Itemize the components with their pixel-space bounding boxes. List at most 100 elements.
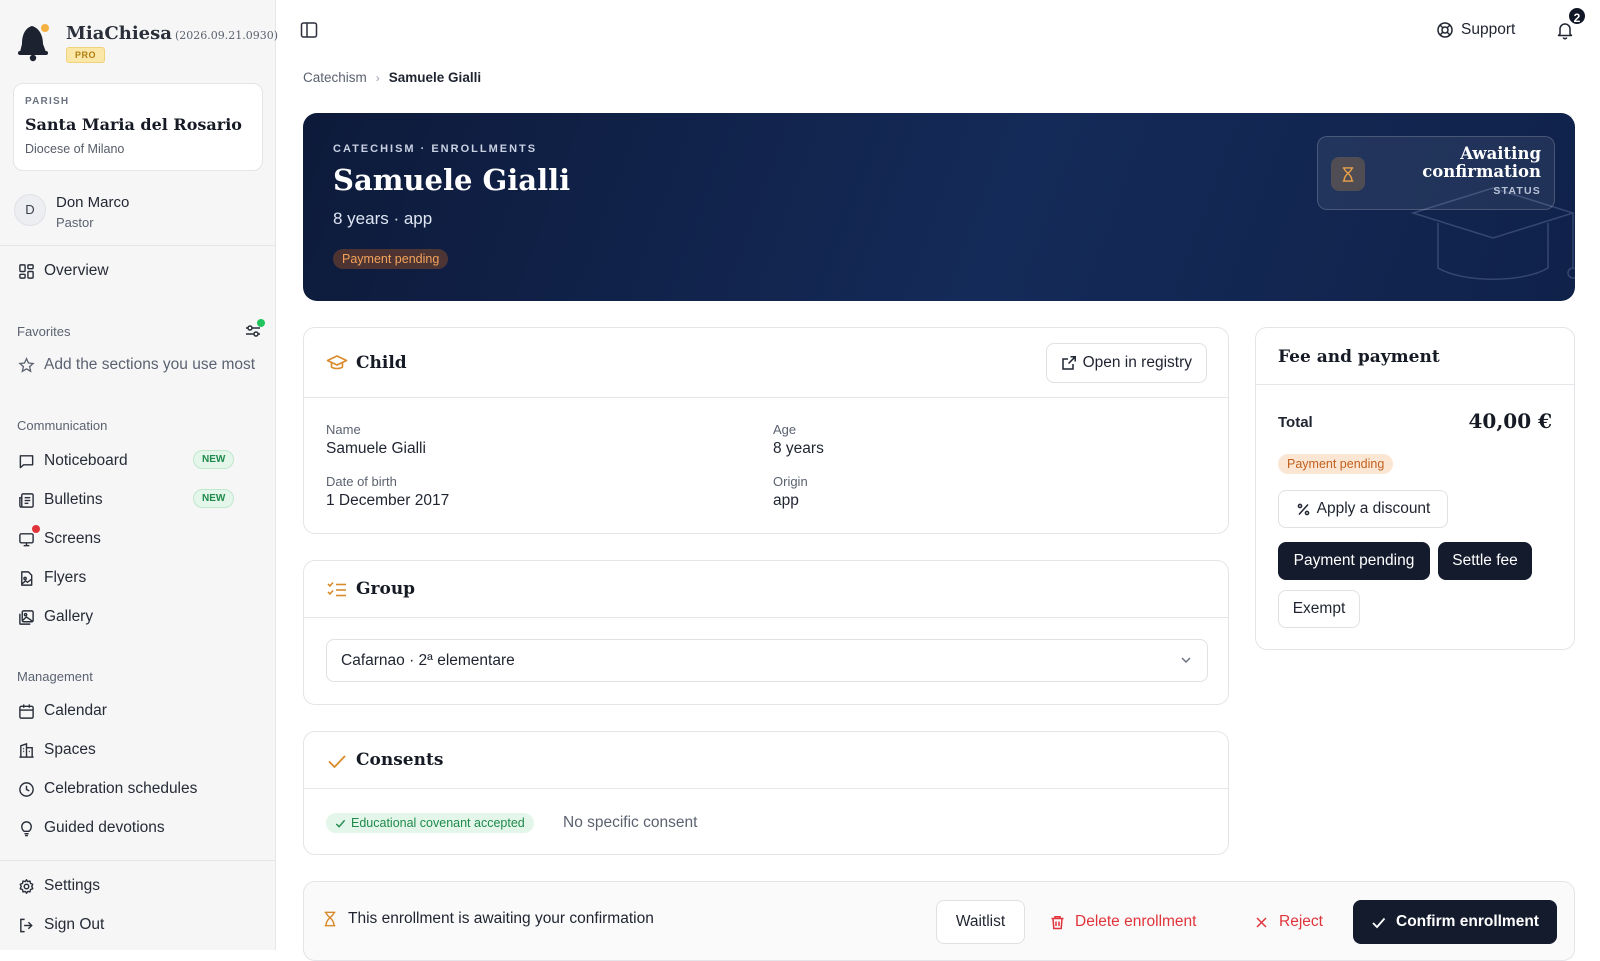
name-label: Name: [326, 422, 361, 437]
clock-icon: [17, 780, 35, 798]
management-label: Management: [17, 669, 93, 684]
card-title: Child: [356, 353, 407, 373]
sidebar-item-noticeboard[interactable]: Noticeboard NEW: [17, 446, 263, 476]
sidebar-item-label: Screens: [44, 530, 101, 547]
newspaper-icon: [17, 491, 35, 509]
exempt-button[interactable]: Exempt: [1278, 590, 1360, 628]
settle-fee-button[interactable]: Settle fee: [1438, 542, 1532, 580]
sidebar-item-screens[interactable]: Screens: [17, 524, 263, 554]
payment-pending-label: Payment pending: [1293, 552, 1415, 569]
origin-label: Origin: [773, 474, 808, 489]
reject-button[interactable]: Reject: [1254, 900, 1323, 944]
sidebar-item-gallery[interactable]: Gallery: [17, 602, 263, 632]
app-version: (2026.09.21.0930): [174, 29, 278, 42]
images-icon: [17, 608, 35, 626]
user-role: Pastor: [56, 215, 94, 230]
sidebar-item-label: Noticeboard: [44, 452, 128, 469]
reject-label: Reject: [1279, 913, 1323, 930]
origin-value: app: [773, 492, 799, 509]
awaiting-confirmation-message: This enrollment is awaiting your confirm…: [322, 910, 654, 928]
alert-dot: [32, 525, 40, 533]
group-select-value: Cafarnao · 2ª elementare: [341, 652, 515, 669]
sidebar-item-bulletins[interactable]: Bulletins NEW: [17, 485, 263, 515]
parish-card[interactable]: PARISH Santa Maria del Rosario Diocese o…: [13, 83, 263, 171]
enrollment-hero: CATECHISM · ENROLLMENTS Samuele Gialli 8…: [303, 113, 1575, 301]
app-name: MiaChiesa (2026.09.21.0930): [66, 23, 278, 44]
grid-icon: [17, 262, 35, 280]
graduation-cap-icon: [326, 355, 348, 370]
support-label: Support: [1461, 21, 1516, 38]
sidebar-item-overview[interactable]: Overview: [17, 256, 263, 286]
close-icon: [1256, 916, 1267, 928]
delete-enrollment-button[interactable]: Delete enrollment: [1050, 900, 1196, 944]
child-card: Child Open in registry Name Samuele Gial…: [303, 327, 1229, 534]
apply-discount-button[interactable]: Apply a discount: [1278, 490, 1448, 528]
sidebar-item-label: Sign Out: [44, 916, 105, 933]
brand[interactable]: MiaChiesa (2026.09.21.0930) PRO: [16, 20, 278, 70]
payment-pending-button[interactable]: Payment pending: [1278, 542, 1430, 580]
age-value: 8 years: [773, 440, 824, 457]
green-dot: [257, 319, 265, 327]
payment-status-badge: Payment pending: [1278, 454, 1394, 474]
log-out-icon: [17, 916, 35, 934]
sidebar-item-flyers[interactable]: Flyers: [17, 563, 263, 593]
status-label: STATUS: [1493, 185, 1541, 197]
sidebar-item-calendar[interactable]: Calendar: [17, 696, 263, 726]
awaiting-confirmation-text: This enrollment is awaiting your confirm…: [348, 910, 654, 927]
sidebar-item-add-favorites[interactable]: Add the sections you use most: [17, 350, 263, 380]
total-value: 40,00 €: [1468, 409, 1552, 433]
star-icon: [17, 356, 35, 374]
dob-value: 1 December 2017: [326, 492, 450, 509]
hourglass-icon: [1331, 157, 1365, 191]
sidebar-item-settings[interactable]: Settings: [17, 871, 263, 901]
user-profile[interactable]: D Don Marco Pastor: [14, 193, 264, 233]
sidebar-item-sign-out[interactable]: Sign Out: [17, 910, 263, 940]
total-label: Total: [1278, 414, 1313, 431]
user-name: Don Marco: [56, 194, 130, 211]
confirm-enrollment-button[interactable]: Confirm enrollment: [1353, 900, 1557, 944]
sidebar-item-label: Settings: [44, 877, 101, 894]
divider: [0, 245, 275, 246]
card-header: Consents: [304, 732, 1228, 789]
breadcrumb: Catechism › Samuele Gialli: [303, 70, 481, 85]
group-select[interactable]: Cafarnao · 2ª elementare: [326, 639, 1208, 682]
divider: [0, 860, 275, 861]
sidebar-item-label: Flyers: [44, 569, 87, 586]
message-square-icon: [17, 452, 35, 470]
list-checks-icon: [327, 581, 346, 597]
sidebar-item-celebration-schedules[interactable]: Celebration schedules: [17, 774, 263, 804]
favorites-settings-icon[interactable]: [244, 319, 265, 340]
hero-subtitle: 8 years · app: [333, 209, 433, 228]
sidebar: MiaChiesa (2026.09.21.0930) PRO PARISH Sa…: [0, 0, 278, 950]
percent-icon: [1297, 503, 1309, 515]
sidebar-item-guided-devotions[interactable]: Guided devotions: [17, 813, 263, 843]
sidebar-toggle-icon[interactable]: [299, 20, 319, 40]
age-label: Age: [773, 422, 797, 437]
status-value: Awaiting confirmation: [1422, 144, 1541, 181]
file-image-icon: [17, 569, 35, 587]
communication-label: Communication: [17, 418, 108, 433]
card-header: Fee and payment: [1256, 328, 1574, 385]
sidebar-item-label: Overview: [44, 262, 109, 279]
consent-accepted-label: Educational covenant accepted: [351, 816, 525, 830]
building-icon: [17, 741, 35, 759]
check-icon: [335, 819, 346, 828]
waitlist-button[interactable]: Waitlist: [936, 900, 1025, 944]
notifications-button[interactable]: 2: [1555, 6, 1587, 40]
support-button[interactable]: Support: [1436, 18, 1515, 42]
breadcrumb-current: Samuele Gialli: [388, 70, 482, 85]
new-badge: NEW: [193, 489, 235, 508]
consent-accepted-badge: Educational covenant accepted: [326, 813, 534, 833]
confirmation-action-bar: This enrollment is awaiting your confirm…: [303, 881, 1575, 961]
consents-card: Consents Educational covenant accepted N…: [303, 731, 1229, 855]
external-link-icon: [1061, 356, 1076, 370]
breadcrumb-catechism-link[interactable]: Catechism: [303, 70, 367, 85]
dob-label: Date of birth: [326, 474, 397, 489]
open-in-registry-button[interactable]: Open in registry: [1045, 343, 1207, 383]
card-title: Consents: [356, 750, 444, 770]
parish-kicker: PARISH: [25, 96, 70, 107]
calendar-icon: [17, 702, 35, 720]
sidebar-item-spaces[interactable]: Spaces: [17, 735, 263, 765]
avatar: D: [14, 194, 46, 226]
no-consent-text: No specific consent: [563, 814, 698, 831]
